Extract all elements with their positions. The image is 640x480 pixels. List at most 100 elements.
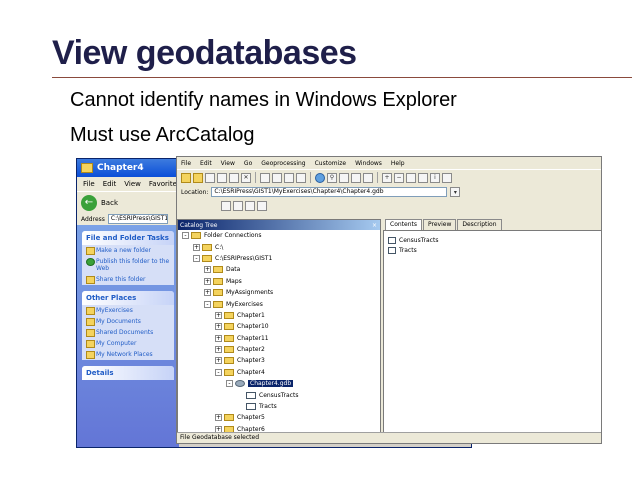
tree-item[interactable]: + Chapter10 bbox=[178, 321, 380, 332]
zoom-out-icon[interactable]: − bbox=[394, 172, 404, 183]
globe-icon[interactable] bbox=[315, 172, 325, 183]
tree-item-label: C:\ bbox=[215, 243, 224, 251]
arc-menu-geoprocessing[interactable]: Geoprocessing bbox=[261, 160, 305, 167]
connect-folder-icon[interactable] bbox=[193, 172, 203, 183]
tree-item[interactable]: + Chapter11 bbox=[178, 333, 380, 344]
list-item-label: CensusTracts bbox=[399, 236, 439, 244]
copy-icon[interactable] bbox=[217, 172, 227, 183]
expand-toggle-icon[interactable]: - bbox=[226, 380, 233, 388]
list-item[interactable]: Tracts bbox=[388, 245, 598, 255]
arc-menu-edit[interactable]: Edit bbox=[200, 160, 212, 167]
task-box-heading[interactable]: Other Places bbox=[82, 291, 174, 305]
tree-item[interactable]: - C:\ESRIPress\GIST1 bbox=[178, 253, 380, 264]
toolbar-separator bbox=[310, 172, 311, 183]
identify-icon[interactable]: i bbox=[430, 172, 440, 183]
explorer-menu-file[interactable]: File bbox=[83, 180, 95, 188]
tree-item[interactable]: + Maps bbox=[178, 276, 380, 287]
metadata-icon[interactable] bbox=[245, 201, 255, 211]
toolbar-separator bbox=[255, 172, 256, 183]
delete-icon[interactable]: ✕ bbox=[241, 172, 251, 183]
tree-item[interactable]: - MyExercises bbox=[178, 298, 380, 309]
back-arrow-icon[interactable]: ← bbox=[81, 194, 97, 211]
tree-item[interactable]: - Folder Connections bbox=[178, 230, 380, 241]
task-box-heading[interactable]: File and Folder Tasks bbox=[82, 231, 174, 245]
expand-toggle-icon[interactable]: + bbox=[204, 289, 211, 297]
new-item-icon[interactable] bbox=[221, 201, 231, 211]
model-builder-icon[interactable] bbox=[363, 172, 373, 183]
tree-item[interactable]: + Chapter1 bbox=[178, 310, 380, 321]
tree-item[interactable]: Tracts bbox=[178, 401, 380, 412]
folder-icon bbox=[213, 300, 223, 308]
expand-toggle-icon[interactable]: - bbox=[193, 254, 200, 262]
create-thumbnail-icon[interactable] bbox=[442, 172, 452, 183]
place-link[interactable]: My Network Places bbox=[82, 349, 174, 360]
task-link[interactable]: Share this folder bbox=[82, 274, 174, 285]
arc-menu-file[interactable]: File bbox=[181, 160, 191, 167]
task-box-heading[interactable]: Details bbox=[82, 366, 174, 380]
place-link[interactable]: MyExercises bbox=[82, 305, 174, 316]
expand-toggle-icon[interactable]: + bbox=[215, 414, 222, 422]
feature-class-icon bbox=[388, 236, 396, 244]
folder-icon bbox=[224, 414, 234, 422]
export-icon[interactable] bbox=[257, 201, 267, 211]
tab-contents[interactable]: Contents bbox=[385, 219, 422, 230]
expand-toggle-icon[interactable]: + bbox=[204, 266, 211, 274]
list-item[interactable]: CensusTracts bbox=[388, 235, 598, 245]
tree-item[interactable]: + Chapter2 bbox=[178, 344, 380, 355]
arc-menu-go[interactable]: Go bbox=[244, 160, 252, 167]
thumbnails-icon[interactable] bbox=[296, 172, 306, 183]
back-label[interactable]: Back bbox=[101, 199, 118, 207]
expand-toggle-icon[interactable]: - bbox=[204, 300, 211, 308]
tree-item[interactable]: + Chapter3 bbox=[178, 355, 380, 366]
disconnect-folder-icon[interactable] bbox=[205, 172, 215, 183]
details-icon[interactable] bbox=[284, 172, 294, 183]
up-folder-icon[interactable] bbox=[181, 172, 191, 183]
expand-toggle-icon[interactable]: + bbox=[193, 243, 200, 251]
location-input[interactable]: C:\ESRIPress\GIST1\MyExercises\Chapter4\… bbox=[211, 187, 448, 197]
task-link[interactable]: Publish this folder to the Web bbox=[82, 256, 174, 274]
place-link[interactable]: Shared Documents bbox=[82, 327, 174, 338]
expand-toggle-icon[interactable]: + bbox=[215, 357, 222, 365]
tab-description[interactable]: Description bbox=[457, 219, 502, 230]
address-input[interactable]: C:\ESRIPress\GIST1 bbox=[107, 214, 168, 224]
expand-toggle-icon[interactable]: + bbox=[215, 311, 222, 319]
arc-menu-customize[interactable]: Customize bbox=[315, 160, 347, 167]
expand-toggle-icon[interactable]: + bbox=[215, 323, 222, 331]
tree-item[interactable]: + Data bbox=[178, 264, 380, 275]
expand-toggle-icon[interactable]: - bbox=[215, 368, 222, 376]
expand-toggle-icon[interactable]: + bbox=[215, 334, 222, 342]
large-icons-icon[interactable] bbox=[260, 172, 270, 183]
tree-item[interactable]: - Chapter4 bbox=[178, 367, 380, 378]
tree-item[interactable]: + Chapter5 bbox=[178, 412, 380, 423]
tab-preview[interactable]: Preview bbox=[423, 219, 457, 230]
toolbox-icon[interactable] bbox=[339, 172, 349, 183]
paste-icon[interactable] bbox=[229, 172, 239, 183]
close-icon[interactable]: × bbox=[372, 222, 377, 229]
arc-menu-windows[interactable]: Windows bbox=[355, 160, 382, 167]
tree-item-label: Chapter11 bbox=[237, 334, 269, 342]
full-extent-icon[interactable] bbox=[418, 172, 428, 183]
explorer-menu-edit[interactable]: Edit bbox=[103, 180, 117, 188]
tree-item[interactable]: - Chapter4.gdb bbox=[178, 378, 380, 389]
expand-toggle-icon[interactable]: + bbox=[204, 277, 211, 285]
arc-menu-view[interactable]: View bbox=[221, 160, 235, 167]
explorer-menu-view[interactable]: View bbox=[124, 180, 141, 188]
place-link[interactable]: My Computer bbox=[82, 338, 174, 349]
pan-icon[interactable] bbox=[406, 172, 416, 183]
search-icon[interactable]: ⚲ bbox=[327, 172, 337, 183]
zoom-in-icon[interactable]: + bbox=[382, 172, 392, 183]
tree-item[interactable]: CensusTracts bbox=[178, 389, 380, 400]
folder-icon bbox=[224, 334, 234, 342]
list-icon[interactable] bbox=[272, 172, 282, 183]
place-link[interactable]: My Documents bbox=[82, 316, 174, 327]
arc-menu-help[interactable]: Help bbox=[391, 160, 405, 167]
python-icon[interactable] bbox=[351, 172, 361, 183]
tree-item[interactable]: + C:\ bbox=[178, 241, 380, 252]
expand-toggle-icon[interactable]: - bbox=[182, 232, 189, 240]
expand-toggle-icon[interactable]: + bbox=[215, 346, 222, 354]
catalog-tree-header: Catalog Tree × bbox=[178, 220, 380, 230]
location-dropdown-icon[interactable]: ▾ bbox=[450, 187, 461, 197]
tree-item[interactable]: + MyAssignments bbox=[178, 287, 380, 298]
properties-icon[interactable] bbox=[233, 201, 243, 211]
task-link[interactable]: Make a new folder bbox=[82, 245, 174, 256]
